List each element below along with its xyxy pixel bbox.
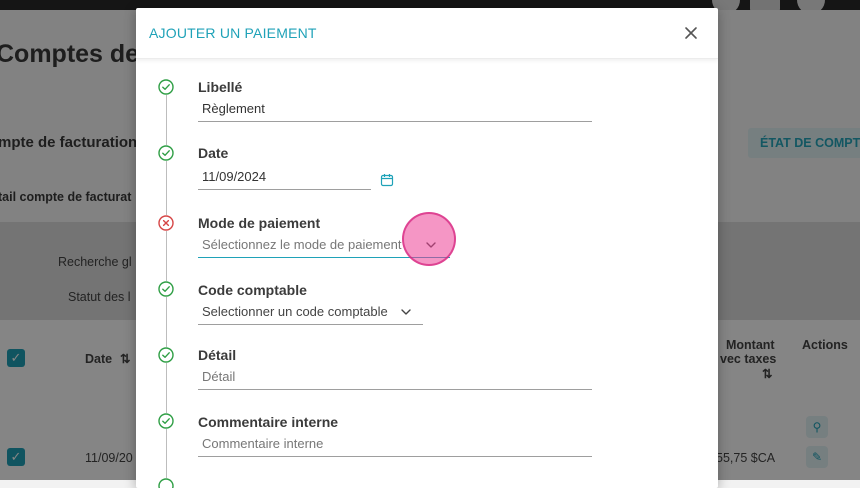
libelle-value: Règlement <box>202 101 265 116</box>
internal-comment-input[interactable]: Commentaire interne <box>198 433 592 457</box>
valid-check-icon <box>158 145 174 161</box>
close-icon[interactable] <box>680 22 702 44</box>
dialog-header: AJOUTER UN PAIEMENT <box>136 8 718 59</box>
accounting-code-placeholder: Selectionner un code comptable <box>202 304 388 319</box>
field-label-detail: Détail <box>198 347 237 363</box>
field-label-libelle: Libellé <box>198 79 243 95</box>
valid-check-icon <box>158 79 174 95</box>
valid-check-icon <box>158 413 174 429</box>
dialog-title: AJOUTER UN PAIEMENT <box>149 25 317 41</box>
error-icon <box>158 215 174 231</box>
payment-method-placeholder: Sélectionnez le mode de paiement <box>202 237 402 252</box>
field-label-mode-paiement: Mode de paiement <box>198 215 321 231</box>
touch-indicator <box>402 212 456 266</box>
date-input[interactable]: 11/09/2024 <box>198 166 371 190</box>
calendar-icon[interactable] <box>380 173 394 187</box>
date-value: 11/09/2024 <box>202 169 267 184</box>
valid-check-icon <box>158 347 174 363</box>
detail-input[interactable]: Détail <box>198 366 592 390</box>
detail-placeholder: Détail <box>202 369 236 384</box>
field-label-commentaire: Commentaire interne <box>198 414 339 430</box>
field-label-date: Date <box>198 145 229 161</box>
valid-check-icon <box>158 281 174 297</box>
libelle-input[interactable]: Règlement <box>198 98 592 122</box>
field-label-code-comptable: Code comptable <box>198 282 307 298</box>
accounting-code-select[interactable]: Selectionner un code comptable <box>198 301 423 325</box>
internal-comment-placeholder: Commentaire interne <box>202 436 324 451</box>
chevron-down-icon <box>401 309 411 315</box>
